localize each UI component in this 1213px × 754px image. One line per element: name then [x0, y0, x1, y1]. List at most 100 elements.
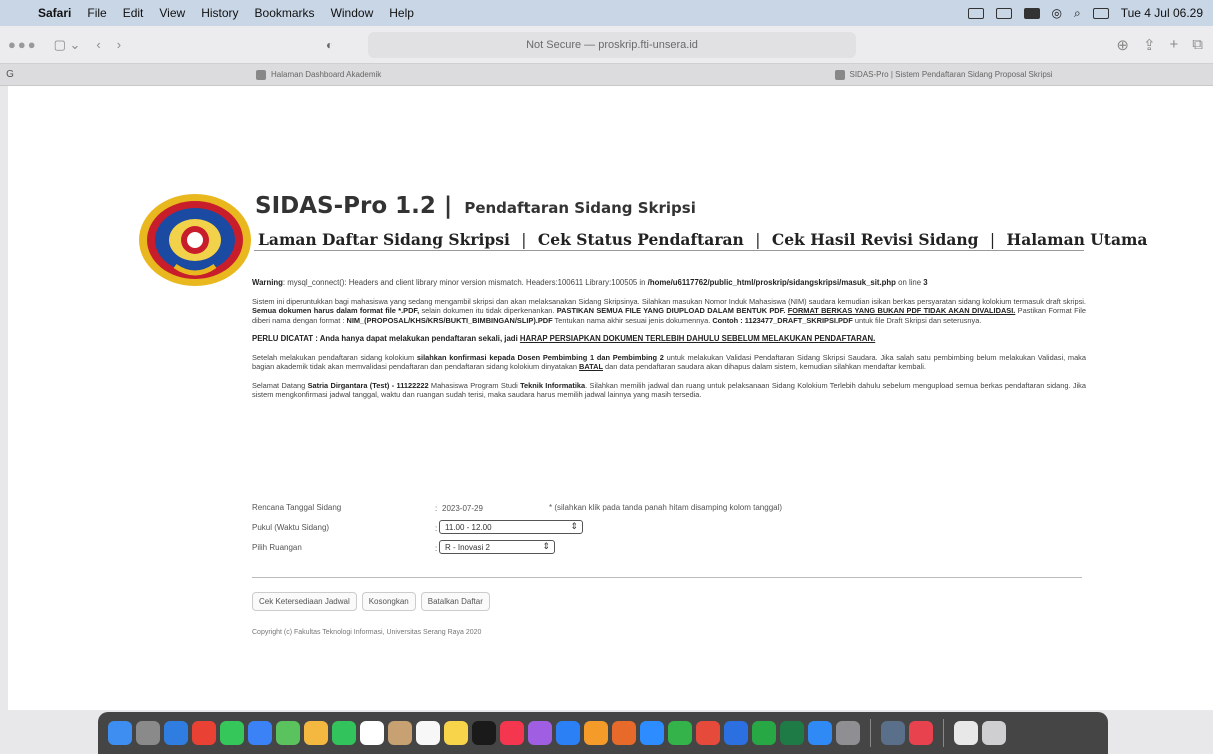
university-logo [139, 194, 251, 286]
cancel-registration-button[interactable]: Batalkan Daftar [420, 592, 490, 611]
tab-overview-icon[interactable]: ⧉ [1192, 36, 1203, 54]
back-icon[interactable]: ‹ [88, 37, 108, 52]
check-availability-button[interactable]: Cek Ketersediaan Jadwal [252, 592, 357, 611]
app-icon[interactable] [724, 721, 748, 745]
menu-app[interactable]: Safari [30, 6, 79, 20]
calendar-icon[interactable] [360, 721, 384, 745]
nav-separator: | [755, 231, 761, 249]
battery-icon[interactable] [1023, 7, 1040, 19]
page-subtitle: Pendaftaran Sidang Skripsi [464, 199, 696, 217]
favicon-icon [256, 69, 266, 80]
trash-icon[interactable] [982, 721, 1006, 745]
app-store-icon[interactable] [808, 721, 832, 745]
forward-icon[interactable]: › [109, 37, 129, 52]
zoom-icon[interactable] [640, 721, 664, 745]
instructions-paragraph: Sistem ini diperuntukkan bagi mahasiswa … [252, 296, 1086, 325]
launchpad-icon[interactable] [136, 721, 160, 745]
system-settings-icon[interactable] [836, 721, 860, 745]
menu-history[interactable]: History [193, 6, 246, 20]
title-separator: | [443, 193, 453, 219]
privacy-shield-icon[interactable]: ◐ [326, 38, 333, 52]
room-label: Pilih Ruangan [252, 543, 302, 552]
screenshot-icon[interactable] [881, 721, 905, 745]
welcome-paragraph: Selamat Datang Satria Dirgantara (Test) … [252, 380, 1086, 400]
clock[interactable]: Tue 4 Jul 06.29 [1121, 6, 1203, 20]
podcasts-icon[interactable] [528, 721, 552, 745]
time-select[interactable]: 11.00 - 12.00 ⇕ [439, 520, 583, 534]
music-icon[interactable] [500, 721, 524, 745]
reminders-icon[interactable] [416, 721, 440, 745]
keynote-icon[interactable] [556, 721, 580, 745]
tv-icon[interactable] [472, 721, 496, 745]
google-icon[interactable]: G [0, 69, 20, 80]
divider [254, 250, 1084, 251]
app-icon[interactable] [696, 721, 720, 745]
new-tab-icon[interactable]: + [1170, 36, 1179, 54]
info-content: Warning: mysql_connect(): Headers and cl… [252, 278, 1086, 409]
spotlight-icon[interactable]: ⌕ [1074, 6, 1081, 21]
download-icon[interactable]: ⊕ [1116, 36, 1129, 54]
date-label: Rencana Tanggal Sidang [252, 503, 342, 512]
menu-window[interactable]: Window [323, 6, 382, 20]
maps-icon[interactable] [276, 721, 300, 745]
form-actions: Cek Ketersediaan Jadwal Kosongkan Batalk… [252, 592, 490, 611]
menu-bar: Safari File Edit View History Bookmarks … [0, 0, 1213, 26]
excel-icon[interactable] [780, 721, 804, 745]
control-center-icon[interactable]: ◎ [1052, 6, 1062, 20]
nav-daftar-sidang[interactable]: Laman Daftar Sidang Skripsi [258, 230, 510, 249]
page-title: SIDAS-Pro 1.2 | Pendaftaran Sidang Skrip… [255, 193, 696, 219]
nav-cek-revisi[interactable]: Cek Hasil Revisi Sidang [772, 230, 979, 249]
share-icon[interactable]: ⇪ [1143, 36, 1156, 54]
facetime-icon[interactable] [332, 721, 356, 745]
select-arrows-icon: ⇕ [542, 541, 550, 551]
schedule-form: Rencana Tanggal Sidang : 2023-07-29 * (s… [252, 499, 1086, 559]
menu-bookmarks[interactable]: Bookmarks [247, 6, 323, 20]
date-hint: * (silahkan klik pada tanda panah hitam … [549, 503, 783, 512]
nav-cek-status[interactable]: Cek Status Pendaftaran [538, 230, 744, 249]
display-icon[interactable] [995, 7, 1012, 19]
nav-separator: | [521, 231, 527, 249]
window-controls-icon[interactable]: ●●● [0, 37, 46, 52]
nav-halaman-utama[interactable]: Halaman Utama [1007, 230, 1148, 249]
mail-icon[interactable] [248, 721, 272, 745]
dock-separator [943, 719, 944, 747]
contacts-icon[interactable] [388, 721, 412, 745]
document-icon[interactable] [954, 721, 978, 745]
dock [98, 712, 1108, 754]
menu-edit[interactable]: Edit [115, 6, 152, 20]
photos-icon[interactable] [304, 721, 328, 745]
messages-icon[interactable] [220, 721, 244, 745]
menu-file[interactable]: File [79, 6, 114, 20]
app-name: SIDAS-Pro 1.2 [255, 193, 436, 219]
tab-sidas[interactable]: SIDAS-Pro | Sistem Pendaftaran Sidang Pr… [635, 69, 1213, 80]
menu-view[interactable]: View [151, 6, 193, 20]
sidebar-toggle-icon[interactable]: ▢ ⌄ [46, 37, 89, 53]
app-icon[interactable] [752, 721, 776, 745]
numbers-icon[interactable] [668, 721, 692, 745]
room-row: Pilih Ruangan : R - Inovasi 2 ⇕ [252, 539, 1086, 559]
tab-label: Halaman Dashboard Akademik [271, 70, 382, 79]
screen-mirroring-icon[interactable] [967, 7, 984, 19]
chrome-icon[interactable] [192, 721, 216, 745]
time-row: Pukul (Waktu Sidang) : 11.00 - 12.00 ⇕ [252, 519, 1086, 539]
browser-toolbar: ●●● ▢ ⌄ ‹ › ◐ Not Secure — proskrip.fti-… [0, 26, 1213, 64]
address-bar[interactable]: Not Secure — proskrip.fti-unsera.id [368, 32, 856, 58]
tab-dashboard[interactable]: Halaman Dashboard Akademik [20, 69, 635, 80]
date-row: Rencana Tanggal Sidang : 2023-07-29 * (s… [252, 503, 783, 513]
pages-icon[interactable] [584, 721, 608, 745]
finder-icon[interactable] [108, 721, 132, 745]
date-input[interactable]: 2023-07-29 [442, 504, 483, 513]
wifi-icon[interactable] [1092, 7, 1109, 19]
safari-icon[interactable] [164, 721, 188, 745]
room-select[interactable]: R - Inovasi 2 ⇕ [439, 540, 555, 554]
favicon-icon [834, 69, 845, 80]
php-warning: Warning: mysql_connect(): Headers and cl… [252, 278, 928, 287]
menu-help[interactable]: Help [381, 6, 422, 20]
select-arrows-icon: ⇕ [570, 521, 578, 531]
clear-button[interactable]: Kosongkan [361, 592, 416, 611]
dock-separator [870, 719, 871, 747]
app-icon[interactable] [909, 721, 933, 745]
notes-icon[interactable] [444, 721, 468, 745]
divider [252, 577, 1082, 578]
app-icon[interactable] [612, 721, 636, 745]
